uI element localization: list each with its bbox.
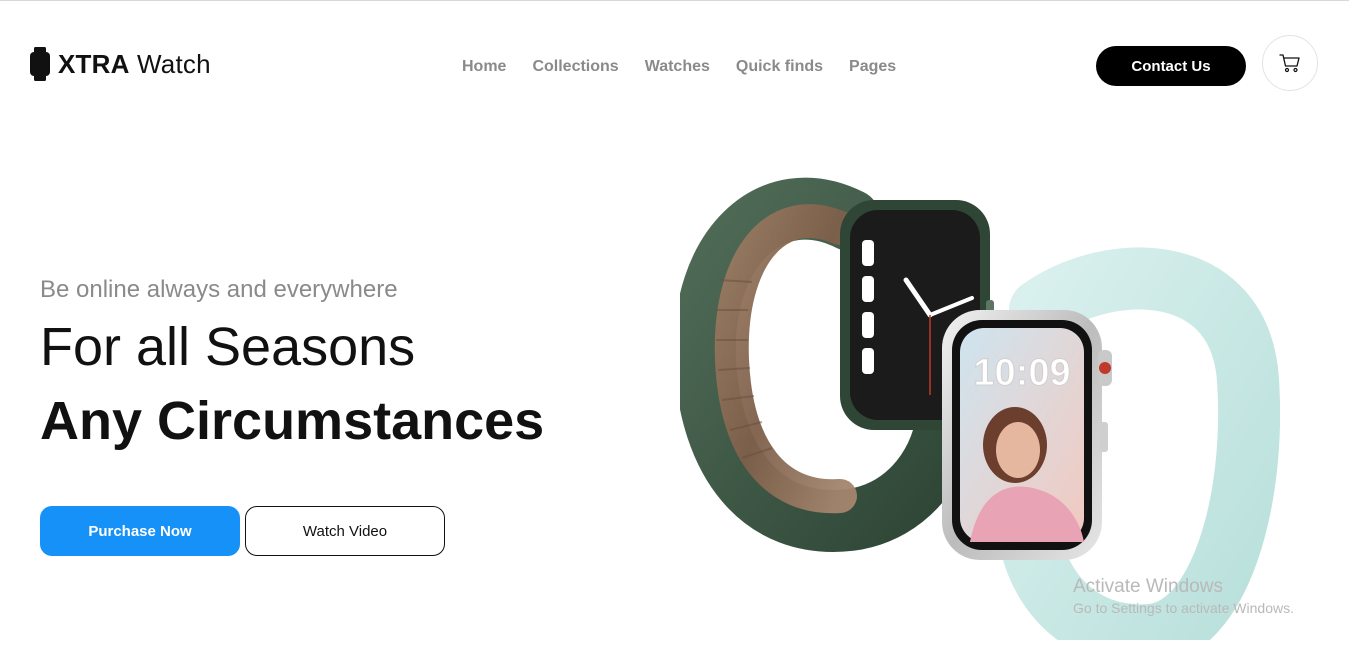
nav-item-collections[interactable]: Collections — [532, 58, 618, 76]
nav-item-watches[interactable]: Watches — [645, 58, 710, 76]
brand-name-bold: XTRA — [58, 48, 130, 79]
contact-us-button[interactable]: Contact Us — [1096, 46, 1246, 86]
activate-windows-watermark: Activate Windows Go to Settings to activ… — [1073, 576, 1294, 618]
brand-logo[interactable]: XTRA Watch — [30, 46, 211, 82]
watch-logo-icon — [30, 47, 50, 81]
hero-watch-image: 10:09 — [680, 177, 1280, 640]
purchase-now-button[interactable]: Purchase Now — [40, 506, 240, 556]
watch-screen-time: 10:09 — [973, 352, 1070, 394]
cart-button[interactable] — [1262, 35, 1318, 91]
hero-headline-line-2: Any Circumstances — [40, 391, 545, 451]
watermark-subtitle: Go to Settings to activate Windows. — [1073, 600, 1294, 616]
hero-subtitle: Be online always and everywhere — [40, 276, 398, 303]
brand-name-light: Watch — [137, 48, 211, 79]
top-border — [0, 0, 1349, 1]
nav-item-home[interactable]: Home — [462, 58, 506, 76]
nav-item-pages[interactable]: Pages — [849, 58, 896, 76]
watch-video-button[interactable]: Watch Video — [245, 506, 445, 556]
watermark-title: Activate Windows — [1073, 576, 1223, 597]
nav-item-quick-finds[interactable]: Quick finds — [736, 58, 823, 76]
hero-headline-line-1: For all Seasons — [40, 317, 416, 377]
brand-name: XTRA Watch — [58, 49, 211, 80]
cart-icon — [1279, 54, 1300, 73]
main-nav: Home Collections Watches Quick finds Pag… — [462, 56, 896, 78]
